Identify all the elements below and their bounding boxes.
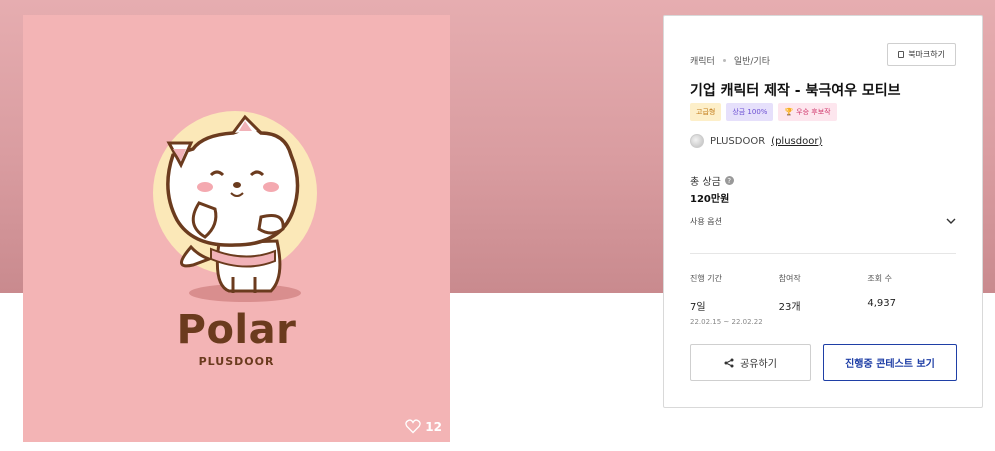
contest-info-panel: 캐릭터 일반/기타 북마크하기 기업 캐릭터 제작 - 북극여우 모티브 고급형… (663, 15, 983, 408)
prize-value: 120만원 (690, 194, 730, 205)
stat-views: 조회 수 4,937 (867, 273, 956, 326)
share-button[interactable]: 공유하기 (690, 344, 811, 381)
help-icon[interactable]: ? (724, 176, 734, 185)
stat-label: 조회 수 (867, 274, 892, 283)
badge-list: 고급형 상금 100% 🏆 우승 후보작 (690, 103, 837, 121)
contest-image[interactable]: Polar PLUSDOOR 12 (23, 15, 450, 442)
owner-handle-link[interactable]: (plusdoor) (771, 136, 822, 147)
breadcrumb-category[interactable]: 캐릭터 (690, 54, 715, 67)
stat-label: 참여작 (778, 274, 801, 283)
badge-winner-label: 우승 후보작 (796, 108, 831, 116)
view-ongoing-contests-button[interactable]: 진행중 콘테스트 보기 (823, 344, 957, 381)
share-icon (724, 358, 734, 367)
stat-date-range: 22.02.15 ~ 22.02.22 (690, 318, 763, 326)
prize-label: 총 상금 ? (690, 173, 734, 188)
bookmark-button[interactable]: 북마크하기 (887, 43, 956, 66)
badge-prize-rate: 상금 100% (726, 103, 774, 121)
stat-value: 7일 (690, 302, 706, 313)
bookmark-icon (898, 51, 905, 58)
mascot-logo-word: Polar (176, 307, 297, 353)
heart-icon (405, 419, 422, 434)
contest-title: 기업 캐릭터 제작 - 북극여우 모티브 (690, 83, 901, 99)
trophy-icon: 🏆 (784, 108, 794, 116)
mascot-logo-sub: PLUSDOOR (198, 355, 275, 368)
stat-label: 진행 기간 (690, 274, 722, 283)
breadcrumb-separator (722, 59, 726, 62)
contest-stats: 진행 기간 7일 22.02.15 ~ 22.02.22 참여작 23개 조회 … (690, 273, 956, 326)
usage-options-label: 사용 옵션 (690, 217, 722, 226)
owner: PLUSDOOR (plusdoor) (690, 134, 822, 148)
avatar (690, 134, 704, 148)
breadcrumb-subcategory[interactable]: 일반/기타 (734, 54, 770, 67)
badge-winner-candidate: 🏆 우승 후보작 (778, 103, 837, 121)
share-label: 공유하기 (740, 359, 777, 370)
divider (690, 253, 956, 254)
chevron-down-icon (946, 218, 956, 224)
likes[interactable]: 12 (405, 419, 442, 434)
view-ongoing-contests-label: 진행중 콘테스트 보기 (845, 359, 935, 370)
breadcrumb: 캐릭터 일반/기타 (690, 54, 770, 67)
badge-premium: 고급형 (690, 103, 722, 121)
prize-label-text: 총 상금 (690, 177, 721, 188)
stat-value: 4,937 (867, 298, 896, 309)
likes-count: 12 (425, 419, 442, 434)
stat-duration: 진행 기간 7일 22.02.15 ~ 22.02.22 (690, 273, 779, 326)
polar-fox-mascot (153, 111, 317, 302)
stat-entries: 참여작 23개 (779, 273, 868, 326)
usage-options-toggle[interactable]: 사용 옵션 (690, 216, 956, 227)
stat-value: 23개 (778, 302, 801, 313)
bookmark-label: 북마크하기 (908, 50, 945, 59)
owner-name: PLUSDOOR (710, 135, 766, 147)
